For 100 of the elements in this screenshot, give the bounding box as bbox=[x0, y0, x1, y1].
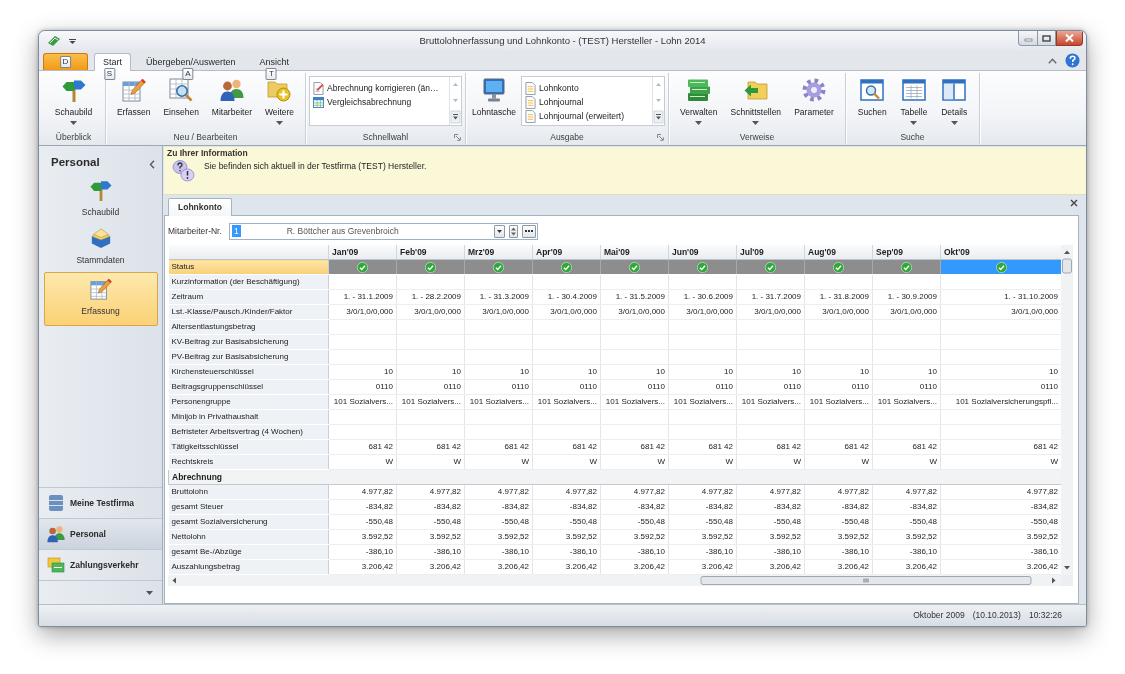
nav-item[interactable]: Erfassung bbox=[43, 272, 158, 326]
gallery-item[interactable]: Vergleichsabrechnung bbox=[310, 95, 442, 109]
split-window-icon bbox=[942, 78, 967, 102]
table-cell: 101 Sozialvers... bbox=[532, 394, 601, 410]
app-menu-button[interactable] bbox=[43, 53, 88, 70]
table-cell: 3.206,42 bbox=[328, 559, 397, 575]
employee-field[interactable]: 1 R. Böttcher aus Grevenbroich bbox=[229, 222, 538, 240]
dialog-launcher-icon[interactable] bbox=[454, 134, 461, 141]
gallery-item[interactable]: Lohnjournal (erweitert) bbox=[521, 109, 627, 123]
ribbon-button[interactable]: Suchen bbox=[854, 73, 890, 118]
table-pencil-icon bbox=[89, 278, 112, 301]
table-cell: 3.206,42 bbox=[668, 559, 737, 575]
table-cell: 0110 bbox=[872, 379, 941, 395]
window-title: Bruttolohnerfassung und Lohnkonto - (TEST) Hersteller - Lohn 2014 bbox=[419, 35, 706, 46]
group-label: Überblick bbox=[55, 132, 92, 142]
table-cell: -386,10 bbox=[396, 544, 465, 560]
ribbon-button[interactable]: Erfassen bbox=[113, 73, 154, 118]
ribbon-button[interactable]: Mitarbeiter bbox=[208, 73, 255, 118]
ribbon-button[interactable]: Parameter bbox=[791, 73, 837, 118]
info-message: Sie befinden sich aktuell in der Testfirma (TEST) Hersteller. bbox=[204, 160, 427, 171]
more-button[interactable] bbox=[522, 224, 536, 238]
table-cell: 4.977,82 bbox=[736, 484, 805, 500]
spin-arrows-icon bbox=[511, 226, 516, 236]
gallery-item[interactable]: Abrechnung korrigieren (än… bbox=[310, 81, 442, 95]
table-cell: 1. - 30.4.2009 bbox=[532, 289, 601, 305]
app-icon[interactable] bbox=[47, 35, 61, 47]
group-label: Ausgabe bbox=[550, 132, 584, 142]
caret-icon[interactable] bbox=[69, 38, 76, 44]
document-tab[interactable]: Lohnkonto bbox=[168, 198, 232, 216]
nav-item[interactable]: Schaubild bbox=[43, 176, 158, 223]
caret-icon[interactable] bbox=[146, 590, 153, 595]
table-cell: -834,82 bbox=[328, 499, 397, 515]
table-cell: -550,48 bbox=[600, 514, 669, 530]
ribbon-button[interactable]: Schnittstellen bbox=[727, 73, 785, 125]
ribbon-button[interactable]: Lohntasche bbox=[469, 73, 519, 118]
vertical-scrollbar[interactable] bbox=[1061, 245, 1073, 575]
cards-icon bbox=[47, 556, 65, 574]
nav-item[interactable]: Stammdaten bbox=[43, 224, 158, 271]
employee-number: 1 bbox=[232, 225, 241, 237]
table-cell: -834,82 bbox=[396, 499, 465, 515]
folder-arrow-icon bbox=[743, 78, 768, 102]
nav-section[interactable]: Personal bbox=[39, 518, 162, 549]
signpost-icon bbox=[89, 179, 112, 201]
ribbon-tab[interactable]: Start bbox=[94, 53, 131, 71]
table-cell: 3/0/1,0/0,000 bbox=[804, 304, 873, 320]
status-text: Oktober 2009 bbox=[913, 610, 965, 621]
table-cell: -386,10 bbox=[736, 544, 805, 560]
chevron-left-icon[interactable] bbox=[149, 160, 155, 169]
table-cell: 10 bbox=[668, 364, 737, 380]
table-cell: W bbox=[736, 454, 805, 470]
group-label: Schnellwahl bbox=[362, 132, 409, 142]
table-cell: 1. - 31.3.2009 bbox=[464, 289, 533, 305]
books-icon bbox=[686, 78, 711, 102]
table-cell: 0110 bbox=[396, 379, 465, 395]
ribbon-button[interactable]: Details bbox=[938, 73, 971, 125]
table-cell: 3.592,52 bbox=[804, 529, 873, 545]
table-cell: -550,48 bbox=[464, 514, 533, 530]
table-cell: 101 Sozialvers... bbox=[328, 394, 397, 410]
document-icon bbox=[524, 109, 536, 123]
chevron-up-icon[interactable] bbox=[1048, 57, 1057, 64]
column-header: Feb'09 bbox=[396, 245, 465, 260]
folder-plus-icon bbox=[267, 78, 292, 102]
nav-section[interactable]: Zahlungsverkehr bbox=[39, 549, 162, 580]
table-cell: W bbox=[396, 454, 465, 470]
spin-button[interactable] bbox=[509, 224, 518, 238]
table-cell: 101 Sozialvers... bbox=[464, 394, 533, 410]
ribbon-button[interactable]: Tabelle bbox=[897, 73, 931, 125]
help-icon[interactable] bbox=[1065, 53, 1080, 68]
horizontal-scrollbar[interactable] bbox=[168, 575, 1061, 586]
close-button[interactable] bbox=[1056, 31, 1083, 46]
table-magnifier-icon bbox=[169, 78, 194, 102]
document-pencil-icon bbox=[313, 81, 324, 95]
minimize-button[interactable] bbox=[1018, 31, 1037, 46]
box-icon bbox=[89, 227, 112, 250]
ribbon-button[interactable]: Schaubild bbox=[51, 73, 96, 125]
dropdown-button[interactable] bbox=[494, 224, 505, 238]
ribbon-button[interactable]: Verwalten bbox=[677, 73, 721, 125]
group-label: Verweise bbox=[739, 132, 775, 142]
people-icon bbox=[219, 78, 244, 102]
table-cell: 3/0/1,0/0,000 bbox=[396, 304, 465, 320]
table-cell: 3.206,42 bbox=[396, 559, 465, 575]
table-cell: W bbox=[804, 454, 873, 470]
dialog-launcher-icon[interactable] bbox=[657, 134, 664, 141]
table-cell: 4.977,82 bbox=[668, 484, 737, 500]
table-cell: 4.977,82 bbox=[804, 484, 873, 500]
ribbon-tab[interactable]: Übergeben/Auswerten bbox=[137, 53, 245, 70]
column-header: Jul'09 bbox=[736, 245, 805, 260]
people-icon bbox=[47, 525, 65, 543]
table-cell: 4.977,82 bbox=[464, 484, 533, 500]
ribbon-tab[interactable]: Ansicht bbox=[250, 53, 299, 70]
table-cell: 10 bbox=[600, 364, 669, 380]
table-cell: 0110 bbox=[804, 379, 873, 395]
pane-title: Personal bbox=[51, 156, 100, 170]
maximize-button[interactable] bbox=[1037, 31, 1056, 46]
close-icon[interactable] bbox=[1070, 199, 1078, 207]
table-cell: 3/0/1,0/0,000 bbox=[668, 304, 737, 320]
gallery-item[interactable]: Lohnkonto bbox=[521, 81, 627, 95]
gallery-item[interactable]: Lohnjournal bbox=[521, 95, 627, 109]
table-cell: 10 bbox=[804, 364, 873, 380]
column-header: Mrz'09 bbox=[464, 245, 533, 260]
